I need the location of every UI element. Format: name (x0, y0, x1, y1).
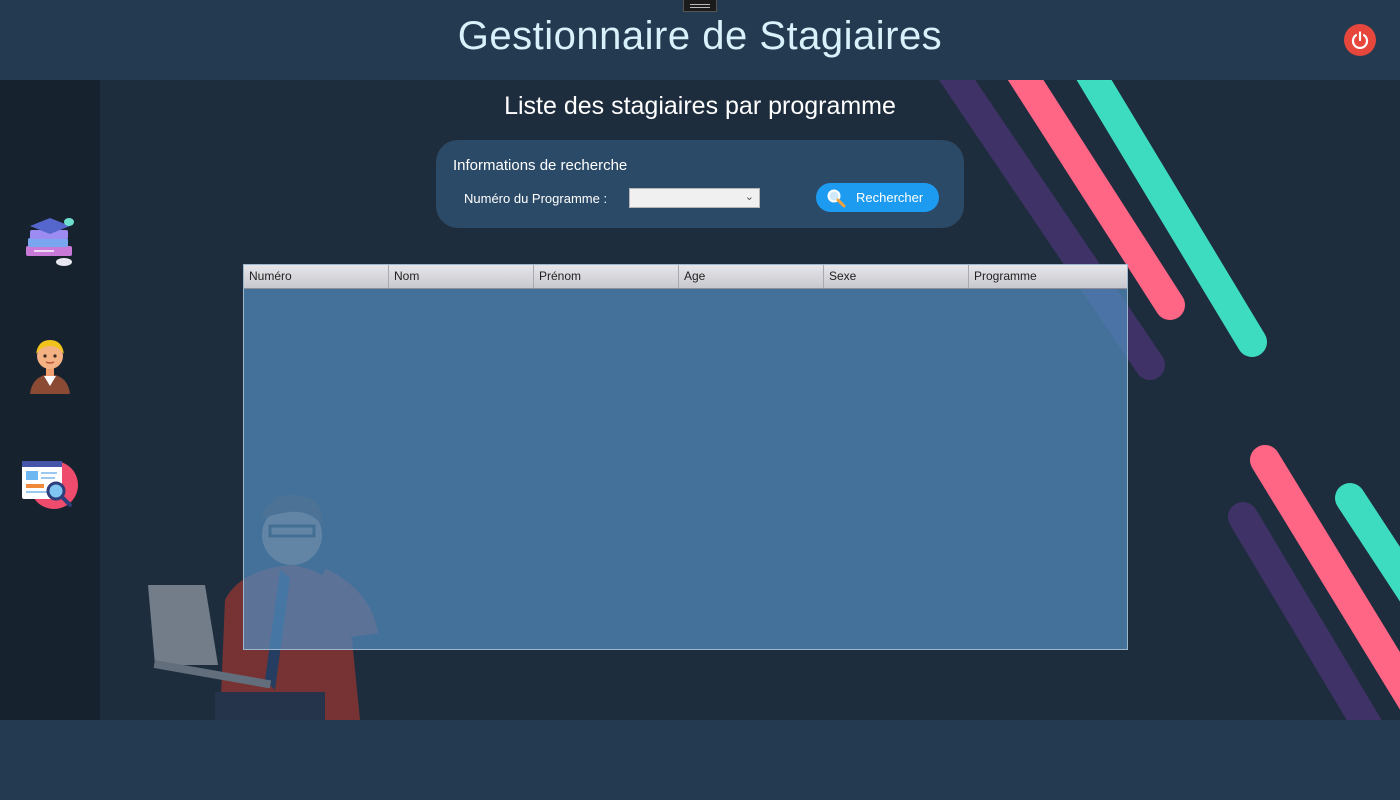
footer-bar (0, 720, 1400, 800)
sidebar-item-recherche[interactable] (20, 455, 80, 515)
search-panel: Informations de recherche Numéro du Prog… (436, 140, 964, 228)
page-title: Liste des stagiaires par programme (504, 92, 896, 120)
sidebar (0, 80, 100, 720)
column-header-prenom[interactable]: Prénom (534, 265, 679, 288)
column-header-age[interactable]: Age (679, 265, 824, 288)
search-button[interactable]: Rechercher (816, 183, 939, 212)
stagiaires-table[interactable]: Numéro Nom Prénom Age Sexe Programme (243, 264, 1128, 650)
program-number-label: Numéro du Programme : (464, 191, 608, 206)
sidebar-item-stagiaires[interactable] (20, 334, 80, 394)
power-icon (1351, 31, 1369, 49)
sidebar-item-programmes[interactable] (20, 212, 80, 272)
table-header: Numéro Nom Prénom Age Sexe Programme (244, 265, 1127, 289)
student-avatar-icon (30, 340, 70, 394)
search-panel-title: Informations de recherche (453, 157, 628, 174)
books-graduation-icon (26, 218, 74, 266)
search-button-label: Rechercher (856, 190, 924, 205)
column-header-programme[interactable]: Programme (969, 265, 1127, 288)
program-number-select[interactable]: ⌄ (629, 188, 760, 208)
window-drag-handle[interactable] (683, 0, 717, 12)
power-button[interactable] (1344, 24, 1376, 56)
search-document-icon (22, 461, 78, 509)
column-header-sexe[interactable]: Sexe (824, 265, 969, 288)
app-title: Gestionnaire de Stagiaires (457, 14, 943, 58)
magnifier-icon (827, 189, 846, 208)
chevron-down-icon: ⌄ (744, 191, 754, 203)
title-bar: Gestionnaire de Stagiaires (0, 0, 1400, 80)
column-header-numero[interactable]: Numéro (244, 265, 389, 288)
column-header-nom[interactable]: Nom (389, 265, 534, 288)
